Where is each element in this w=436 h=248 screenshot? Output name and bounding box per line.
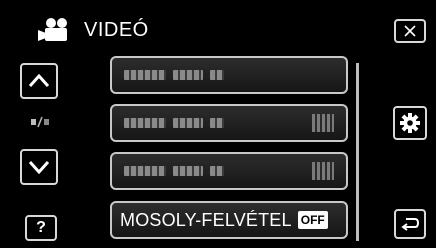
menu-item[interactable] [110,56,348,94]
gear-icon [400,113,420,133]
close-button[interactable] [394,19,426,43]
back-button[interactable] [394,209,426,239]
menu-item-label [124,118,224,128]
menu-item[interactable] [110,152,348,190]
off-badge: OFF [297,211,328,229]
menu-item-value [312,114,334,132]
return-icon [401,218,420,231]
screen-header: VIDEÓ [38,10,149,50]
page-title: VIDEÓ [84,18,149,41]
page-indicator-icon [31,116,49,128]
scrollbar[interactable] [356,63,359,241]
scroll-down-button[interactable] [20,149,58,185]
menu-item-label [124,166,224,176]
menu-item-smile-shot[interactable]: MOSOLY-FELVÉTEL OFF [110,201,348,239]
chevron-up-icon [28,74,50,88]
menu-item[interactable] [110,104,348,142]
scroll-up-button[interactable] [20,63,58,99]
menu-item-value [312,162,334,180]
settings-button[interactable] [393,106,427,140]
movie-camera-icon [38,18,67,41]
menu-item-label: MOSOLY-FELVÉTEL [120,209,292,230]
help-button[interactable]: ? [25,215,57,241]
help-label: ? [36,219,46,236]
menu-item-label [124,70,224,80]
chevron-down-icon [28,160,50,174]
close-icon [404,25,416,37]
